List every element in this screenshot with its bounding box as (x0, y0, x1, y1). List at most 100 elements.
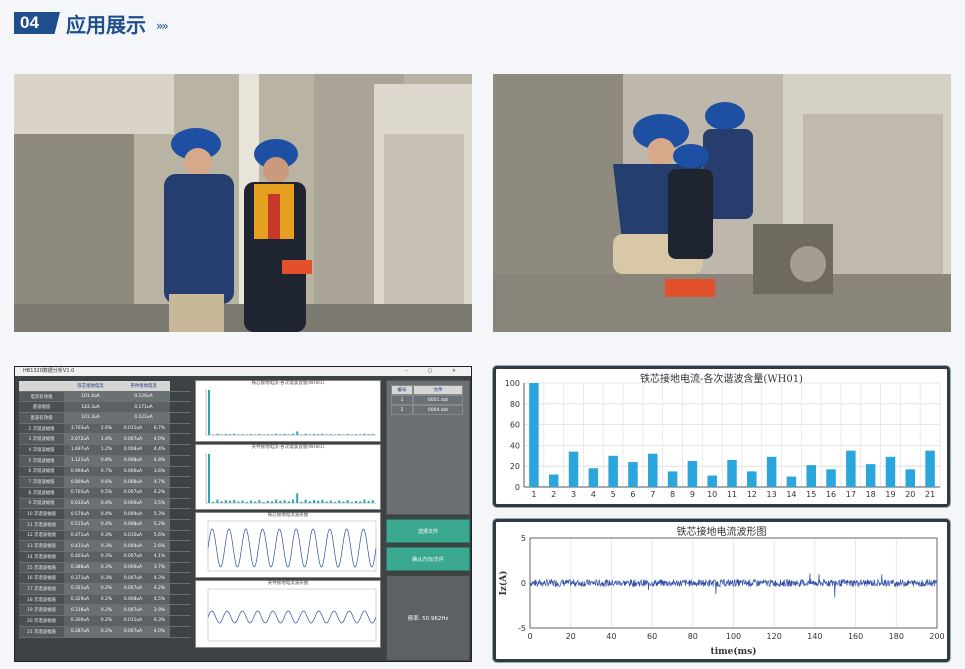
mini-bar (355, 434, 357, 435)
table-cell: 6.7% (149, 423, 170, 434)
section-title: 应用展示 (66, 12, 146, 37)
mini-bar (300, 501, 303, 503)
mini-wave (207, 520, 377, 572)
table-row: 18 次谐波幅值 0.329uA 0.2% 0.008uA 4.5% (19, 594, 190, 606)
mini-bar (346, 433, 349, 435)
mini-wave (207, 588, 377, 642)
table-cell: 0.2% (96, 626, 117, 637)
table-cell: 1.121uA (64, 455, 96, 466)
table-cell: 3.7% (149, 562, 170, 573)
table-cell: 5 次谐波幅值 (19, 455, 64, 466)
table-cell: 0.4% (96, 519, 117, 530)
mini-bar (359, 501, 362, 503)
x-tick-label: 180 (889, 632, 904, 641)
table-cell: 15 次谐波幅值 (19, 562, 64, 573)
mini-bar (283, 433, 286, 435)
mini-bar (258, 433, 261, 435)
file-list-row[interactable]: 1 0001.dat (391, 395, 465, 405)
table-header-row: 铁芯接地电流 夹件接地电流 (19, 381, 190, 392)
table-row: 8 次谐波幅值 0.701uA 0.5% 0.007uA 4.2% (19, 487, 190, 499)
table-cell: 0.3% (96, 562, 117, 573)
analysis-software-window: HB1320数据分析V1.0 – ▢ × 铁芯接地电流 夹件接地电流 电流有效值 10… (14, 366, 472, 662)
confirm-direction-button[interactable]: 确认方向/文件 (386, 547, 470, 571)
mini-bar (308, 434, 311, 435)
mini-bar-chart (205, 453, 376, 504)
y-tick-label: 20 (510, 462, 520, 471)
table-row: 基波幅值 143.3uA 0.171uA (19, 402, 190, 414)
harmonic-table: 铁芯接地电流 夹件接地电流 电流有效值 101.4uA 0.126uA 基波幅值 143.3… (19, 381, 190, 638)
mini-bar (233, 499, 236, 503)
file-list-row[interactable]: 2 0004.dat (391, 405, 465, 415)
x-tick-label: 120 (767, 632, 782, 641)
mini-bar (266, 500, 269, 503)
bar (905, 469, 916, 487)
table-cell: 6 次谐波幅值 (19, 466, 64, 477)
table-cell: 1.4% (96, 434, 117, 445)
table-cell: 0.809uA (64, 477, 96, 487)
select-file-button[interactable]: 选择文件 (386, 519, 470, 543)
table-cell: 4.4% (149, 445, 170, 455)
bar (628, 462, 638, 487)
table-row: 12 次谐波幅值 0.471uA 0.3% 0.010uA 5.6% (19, 530, 190, 542)
mini-bar (237, 434, 240, 435)
table-cell: 0.4% (96, 509, 117, 519)
table-cell: 0.570uA (64, 509, 96, 519)
table-cell: 0.316uA (64, 605, 96, 616)
table-cell: 0.3% (96, 541, 117, 551)
x-tick-label: 13 (767, 490, 777, 499)
page: 04 应用展示 »» HB1320数据分析V1.0 – ▢ × 铁芯接地电流 夹… (0, 0, 965, 669)
table-cell: 4.2% (149, 487, 170, 498)
table-cell: 3.6% (149, 466, 170, 477)
table-cell: 0.471uA (64, 530, 96, 541)
table-cell: 0.008uA (117, 594, 149, 605)
table-cell: 3.5% (149, 498, 170, 509)
table-cell: 0.964uA (64, 466, 96, 477)
frame (207, 588, 377, 642)
table-cell: 10 次谐波幅值 (19, 509, 64, 519)
table-row: 21 次谐波幅值 0.287uA 0.2% 0.007uA 4.0% (19, 626, 190, 638)
x-tick-label: 4 (591, 490, 596, 499)
table-cell: 0.351uA (64, 584, 96, 594)
table-cell: 0.300uA (64, 616, 96, 626)
mini-wave-line (207, 610, 377, 624)
mini-bar (321, 499, 324, 503)
harmonic-bar-chart: 铁芯接地电流-各次谐波含量(WH01) 0 20 40 60 80 100 1 2 3 4 5 6 7 8… (493, 366, 950, 507)
mini-bar (313, 433, 315, 435)
bar (727, 459, 737, 487)
mini-bar (216, 499, 219, 503)
table-cell: 0.004uA (117, 541, 149, 551)
table-cell: 0.006uA (117, 498, 149, 509)
table-cell: 0.2% (96, 605, 117, 616)
bar (707, 475, 717, 487)
table-cell: 2.6% (96, 423, 117, 434)
table-cell: 0.632uA (64, 498, 96, 509)
mini-bar (250, 434, 252, 435)
x-tick-label: 1 (531, 490, 536, 499)
table-cell: 0.121uA (117, 413, 170, 423)
mini-bar (283, 500, 286, 503)
table-cell: 0.431uA (64, 541, 96, 551)
table-cell: 0.007uA (117, 552, 149, 562)
table-row: 6 次谐波幅值 0.964uA 0.7% 0.006uA 3.6% (19, 466, 190, 478)
window-buttons[interactable]: – ▢ × (405, 367, 465, 376)
bar (766, 456, 777, 487)
col-id: 编号 (391, 385, 413, 395)
mini-bar (363, 433, 366, 435)
iron-core-waveform-plot: 铁芯接地电流波形图 (195, 512, 381, 578)
table-cell: 0.3% (96, 573, 117, 584)
mini-bar-chart (205, 389, 376, 436)
table-cell: 3.703uA (64, 423, 96, 434)
mini-bar (308, 501, 311, 503)
table-cell: 0.4% (96, 498, 117, 509)
table-cell: 19 次谐波幅值 (19, 605, 64, 616)
mini-bar (229, 500, 231, 503)
x-tick-label: 10 (707, 490, 717, 499)
file-list-header: 编号 文件 (391, 385, 465, 395)
table-row: 15 次谐波幅值 0.386uA 0.3% 0.006uA 3.7% (19, 562, 190, 574)
x-tick-label: 7 (650, 490, 655, 499)
mini-bar (258, 500, 261, 503)
table-cell: 143.3uA (64, 402, 117, 413)
table-row: 13 次谐波幅值 0.431uA 0.3% 0.004uA 2.6% (19, 541, 190, 552)
bar (826, 469, 836, 487)
file-list: 编号 文件 1 0001.dat 2 0004.dat (386, 380, 470, 515)
